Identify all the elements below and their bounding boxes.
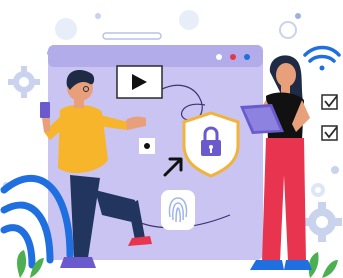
gear-icon xyxy=(311,183,325,197)
window-dot-red xyxy=(230,54,236,60)
checkbox-icon xyxy=(321,125,338,141)
window-dot-white xyxy=(244,54,250,60)
gear-icon xyxy=(302,202,342,242)
fingerprint-icon xyxy=(161,190,195,230)
wifi-icon xyxy=(303,45,341,71)
play-icon xyxy=(116,65,163,99)
security-illustration xyxy=(0,0,343,278)
illustration-canvas xyxy=(0,10,342,278)
gear-icon xyxy=(8,66,40,98)
dots-icon xyxy=(139,138,155,154)
window-dot-blue xyxy=(216,54,222,60)
checkbox-icon xyxy=(321,94,338,110)
